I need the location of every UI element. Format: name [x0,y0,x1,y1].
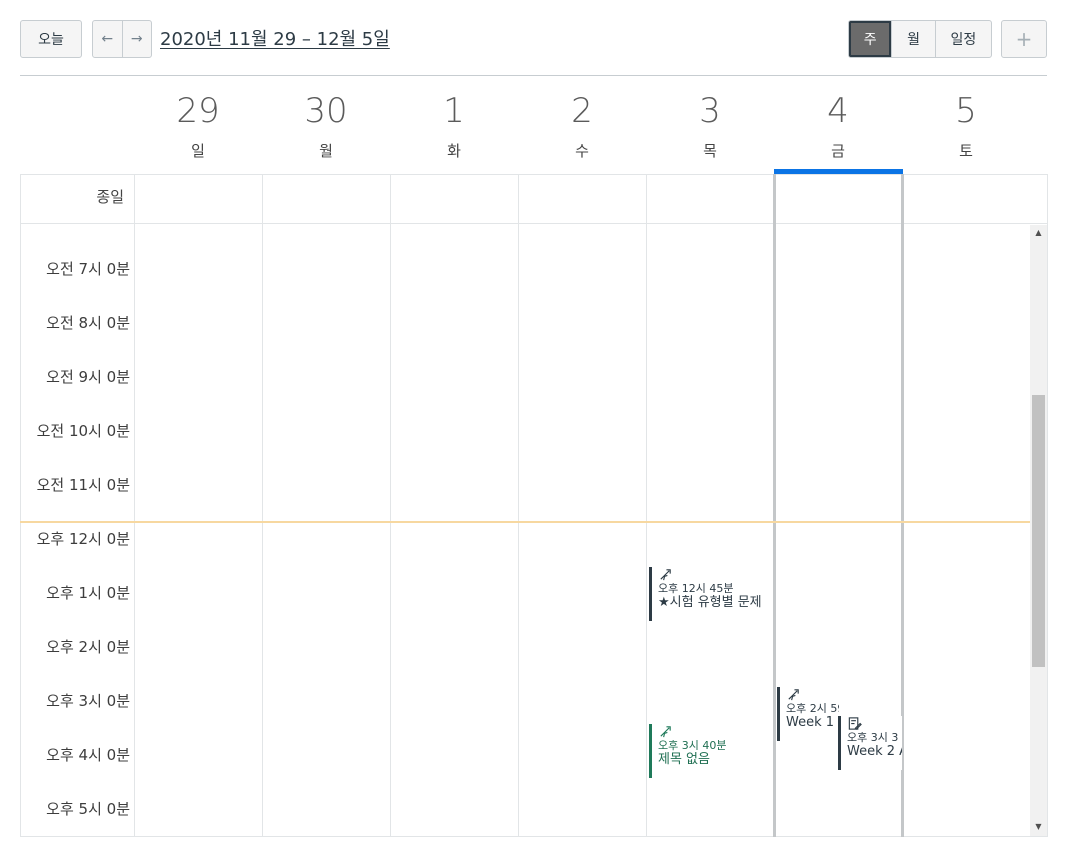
time-label: 오후 3시 0분 [46,692,130,710]
today-button[interactable]: 오늘 [20,20,82,58]
event-time: 오후 3시 40분 [658,739,727,752]
day-header-wed[interactable]: 2 수 [518,88,646,161]
event-title: ★시험 유형별 문제 [658,595,762,610]
day-header-sat[interactable]: 5 토 [902,88,1030,161]
calendar-event[interactable]: 오후 3시 3 Week 2 A [838,716,902,770]
day-number: 3 [699,91,721,131]
time-label: 오후 2시 0분 [46,638,130,656]
calendar-event[interactable]: 오후 3시 40분 제목 없음 [649,724,773,778]
grid-column-line [646,174,647,837]
day-number: 29 [176,91,220,131]
day-header-thu[interactable]: 3 목 [646,88,774,161]
time-label: 오전 7시 0분 [46,260,130,278]
view-switcher: 주 월 일정 [848,20,992,58]
grid-column-line [134,174,135,837]
rocket-icon [658,724,773,739]
calendar-event[interactable]: 오후 12시 45분 ★시험 유형별 문제 [649,567,773,621]
rocket-icon [786,687,839,702]
time-label: 오전 11시 0분 [36,476,130,494]
day-name: 화 [447,142,461,160]
month-view-button[interactable]: 월 [891,21,934,57]
grid-column-line [390,174,391,837]
time-label: 오후 5시 0분 [46,800,130,818]
prev-week-button[interactable]: ← [93,21,122,57]
day-header-fri[interactable]: 4 금 [774,88,902,161]
day-header-sun[interactable]: 29 일 [134,88,262,161]
event-title: Week 2 A [847,744,902,759]
today-column-edge [773,174,776,837]
scroll-up-icon[interactable]: ▲ [1030,226,1047,240]
time-label: 오후 4시 0분 [46,746,130,764]
day-header-tue[interactable]: 1 화 [390,88,518,161]
day-number: 5 [955,91,977,131]
day-name: 토 [959,142,973,160]
time-label: 오전 10시 0분 [36,422,130,440]
scroll-down-icon[interactable]: ▼ [1030,820,1047,834]
add-event-button[interactable]: + [1001,20,1047,58]
time-label: 오전 8시 0분 [46,314,130,332]
all-day-row[interactable] [20,174,1048,224]
event-title: 제목 없음 [658,752,710,767]
event-time: 오후 2시 59분 [786,702,839,715]
day-number: 2 [571,91,593,131]
day-number: 4 [827,91,849,131]
day-number: 30 [304,91,348,131]
header-divider [20,75,1047,76]
day-name: 수 [575,142,589,160]
next-week-button[interactable]: → [121,21,152,57]
rocket-icon [658,567,773,582]
day-number: 1 [443,91,465,131]
date-range-title[interactable]: 2020년 11월 29 – 12월 5일 [160,25,390,51]
time-label: 오전 9시 0분 [46,368,130,386]
scrollbar-thumb[interactable] [1032,395,1045,667]
grid-column-line [518,174,519,837]
current-time-line [20,521,1030,523]
day-name: 일 [191,142,205,160]
day-name: 목 [703,142,717,160]
day-name: 금 [831,142,845,160]
week-view-button[interactable]: 주 [849,21,892,57]
grid-column-line [262,174,263,837]
day-header-mon[interactable]: 30 월 [262,88,390,161]
calendar-event[interactable]: 오후 2시 59분 Week 1 Q [777,687,839,741]
event-time: 오후 3시 3 [847,731,899,744]
event-title: Week 1 Q [786,715,839,730]
event-time: 오후 12시 45분 [658,582,734,595]
time-label: 오후 12시 0분 [36,530,130,548]
agenda-view-button[interactable]: 일정 [934,21,991,57]
assignment-icon [847,716,902,731]
time-label: 오후 1시 0분 [46,584,130,602]
date-nav-group: ← → [92,20,152,58]
all-day-label: 종일 [96,188,124,206]
day-name: 월 [319,142,333,160]
